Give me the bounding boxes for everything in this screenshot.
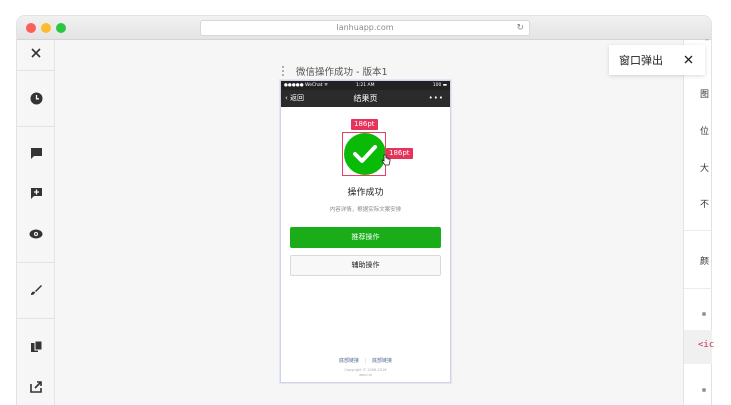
browser-chrome: lanhuapp.com ↻ <box>17 16 711 40</box>
code-snippet: <ic <box>698 340 715 350</box>
status-carrier: ●●●●● WeChat ᯤ <box>284 83 329 88</box>
comment-icon <box>30 147 42 159</box>
design-canvas[interactable]: 微信操作成功 - 版本1 ●●●●● WeChat ᯤ 1:21 AM 100 … <box>56 40 683 405</box>
toolbar-divider <box>17 318 55 319</box>
comment-button[interactable] <box>17 142 55 164</box>
preview-button[interactable] <box>17 223 55 245</box>
selection-box <box>342 132 386 176</box>
panel-label: 图 <box>700 90 710 100</box>
brush-icon <box>31 285 42 295</box>
close-window-button[interactable] <box>26 23 36 33</box>
wechat-nav-bar: ‹ 返回 结果页 ••• <box>281 90 450 107</box>
export-button[interactable] <box>17 375 55 397</box>
copyright: Copyright © 2008-2016 weui.io <box>281 368 450 378</box>
status-time: 1:21 AM <box>356 83 375 88</box>
secondary-action-button[interactable]: 辅助操作 <box>290 255 441 276</box>
hand-cursor-icon <box>381 154 391 166</box>
artboard-phone[interactable]: ●●●●● WeChat ᯤ 1:21 AM 100 ▬ ‹ 返回 结果页 ••… <box>280 80 451 383</box>
right-properties-panel: ⌃ 图 位 大 不 颜 <ic <box>683 38 715 405</box>
close-icon <box>31 48 41 58</box>
close-icon[interactable] <box>683 54 694 65</box>
panel-label: 大 <box>700 164 710 174</box>
copyright-line: weui.io <box>359 373 372 377</box>
panel-label: 位 <box>700 127 710 137</box>
popup-label: 窗口弹出 <box>619 54 663 67</box>
reload-icon[interactable]: ↻ <box>516 21 524 35</box>
panel-divider <box>684 230 712 231</box>
primary-action-button[interactable]: 推荐操作 <box>290 227 441 248</box>
close-panel-button[interactable] <box>17 42 55 64</box>
slices-button[interactable] <box>17 335 55 357</box>
toolbar-divider <box>17 262 55 263</box>
history-icon <box>30 92 42 104</box>
footer-link[interactable]: 底部链接 <box>339 358 359 364</box>
export-icon <box>29 380 42 393</box>
address-text: lanhuapp.com <box>336 23 394 32</box>
more-icon[interactable]: ••• <box>429 90 444 107</box>
panel-label: 颜 <box>700 257 710 267</box>
footer-separator: | <box>364 358 367 364</box>
code-snippet-row[interactable]: <ic <box>684 330 715 364</box>
minimize-window-button[interactable] <box>41 23 51 33</box>
result-title: 操作成功 <box>347 188 384 198</box>
artboard-title: 微信操作成功 - 版本1 <box>296 67 388 78</box>
browser-window: lanhuapp.com ↻ 微信操作成功 - 版本1 ●●●●● WeChat… <box>17 16 711 405</box>
toolbar-divider <box>17 126 55 127</box>
address-bar[interactable]: lanhuapp.com ↻ <box>200 20 530 36</box>
footer-links: 底部链接 | 底部链接 <box>281 357 450 364</box>
list-bullet <box>702 388 706 392</box>
drag-handle-icon[interactable] <box>282 66 285 77</box>
history-button[interactable] <box>17 87 55 109</box>
maximize-window-button[interactable] <box>56 23 66 33</box>
eye-icon <box>29 229 43 239</box>
window-popup: 窗口弹出 <box>609 45 705 75</box>
panel-label: 不 <box>700 200 710 210</box>
left-toolbar <box>17 40 55 405</box>
width-measure-tag: 186pt <box>351 119 378 130</box>
ios-status-bar: ●●●●● WeChat ᯤ 1:21 AM 100 ▬ <box>281 81 450 90</box>
nav-title: 结果页 <box>353 94 378 103</box>
list-bullet <box>702 312 706 316</box>
add-comment-icon <box>30 187 42 199</box>
slices-icon <box>30 340 42 352</box>
footer-link[interactable]: 底部链接 <box>372 358 392 364</box>
style-brush-button[interactable] <box>17 279 55 301</box>
panel-divider <box>684 288 712 289</box>
result-description: 内容详情，根据实际文案安排 <box>329 207 402 213</box>
status-battery: 100 ▬ <box>432 83 447 88</box>
add-comment-button[interactable] <box>17 182 55 204</box>
toolbar-divider <box>17 70 55 71</box>
